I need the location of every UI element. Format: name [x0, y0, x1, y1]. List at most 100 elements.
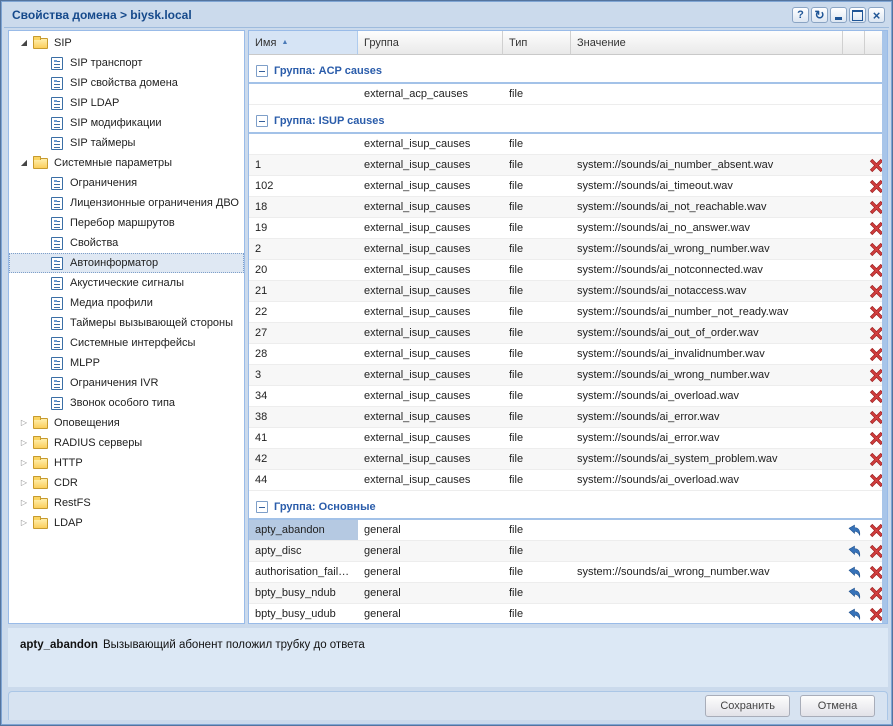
param-type-cell[interactable]: file	[503, 323, 571, 343]
tree-item[interactable]: Системные интерфейсы	[9, 333, 244, 353]
tree-item[interactable]: Звонок особого типа	[9, 393, 244, 413]
table-row[interactable]: authorisation_fail…generalfilesystem://s…	[249, 562, 887, 583]
tree-item[interactable]: SIP таймеры	[9, 133, 244, 153]
table-row[interactable]: 41external_isup_causesfilesystem://sound…	[249, 428, 887, 449]
param-type-cell[interactable]: file	[503, 302, 571, 322]
param-value-cell[interactable]: system://sounds/ai_out_of_order.wav	[571, 323, 843, 343]
param-value-cell[interactable]	[571, 84, 843, 104]
table-row[interactable]: bpty_busy_ndubgeneralfile	[249, 583, 887, 604]
param-type-cell[interactable]: file	[503, 520, 571, 540]
param-type-cell[interactable]: file	[503, 449, 571, 469]
table-row[interactable]: external_acp_causesfile	[249, 84, 887, 105]
param-type-cell[interactable]: file	[503, 134, 571, 154]
table-row[interactable]: 102external_isup_causesfilesystem://soun…	[249, 176, 887, 197]
tree-item[interactable]: Таймеры вызывающей стороны	[9, 313, 244, 333]
group-header[interactable]: Группа: ACP causes	[249, 55, 887, 84]
param-type-cell[interactable]: file	[503, 386, 571, 406]
tree-item[interactable]: SIP транспорт	[9, 53, 244, 73]
group-header[interactable]: Группа: ISUP causes	[249, 105, 887, 134]
tree-item[interactable]: ▷RADIUS серверы	[9, 433, 244, 453]
param-name-cell[interactable]: 22	[249, 302, 358, 322]
param-group-cell[interactable]: external_isup_causes	[358, 176, 503, 196]
table-row[interactable]: 22external_isup_causesfilesystem://sound…	[249, 302, 887, 323]
param-name-cell[interactable]: 27	[249, 323, 358, 343]
tree-item[interactable]: Медиа профили	[9, 293, 244, 313]
param-group-cell[interactable]: general	[358, 541, 503, 561]
tree-item[interactable]: ◢Системные параметры	[9, 153, 244, 173]
param-type-cell[interactable]: file	[503, 260, 571, 280]
param-value-cell[interactable]: system://sounds/ai_timeout.wav	[571, 176, 843, 196]
param-group-cell[interactable]: external_isup_causes	[358, 365, 503, 385]
tree-item[interactable]: Ограничения	[9, 173, 244, 193]
tree-item[interactable]: Автоинформатор	[9, 253, 244, 273]
table-row[interactable]: 28external_isup_causesfilesystem://sound…	[249, 344, 887, 365]
param-type-cell[interactable]: file	[503, 239, 571, 259]
column-header-1[interactable]: Имя▲	[249, 31, 358, 55]
param-group-cell[interactable]: external_isup_causes	[358, 470, 503, 490]
param-value-cell[interactable]	[571, 583, 843, 603]
param-name-cell[interactable]: 20	[249, 260, 358, 280]
param-value-cell[interactable]: system://sounds/ai_notaccess.wav	[571, 281, 843, 301]
param-value-cell[interactable]: system://sounds/ai_wrong_number.wav	[571, 365, 843, 385]
param-name-cell[interactable]: apty_abandon	[249, 520, 358, 540]
param-group-cell[interactable]: general	[358, 520, 503, 540]
undo-icon[interactable]	[847, 523, 862, 538]
param-group-cell[interactable]: external_isup_causes	[358, 155, 503, 175]
param-group-cell[interactable]: general	[358, 562, 503, 582]
expand-arrow-icon[interactable]: ▷	[15, 433, 33, 453]
param-group-cell[interactable]: external_isup_causes	[358, 218, 503, 238]
param-group-cell[interactable]: external_isup_causes	[358, 239, 503, 259]
table-row[interactable]: apty_abandongeneralfile	[249, 520, 887, 541]
table-row[interactable]: 18external_isup_causesfilesystem://sound…	[249, 197, 887, 218]
param-group-cell[interactable]: external_isup_causes	[358, 197, 503, 217]
param-value-cell[interactable]: system://sounds/ai_error.wav	[571, 407, 843, 427]
param-value-cell[interactable]: system://sounds/ai_number_not_ready.wav	[571, 302, 843, 322]
param-type-cell[interactable]: file	[503, 281, 571, 301]
expand-arrow-icon[interactable]: ▷	[15, 513, 33, 533]
table-row[interactable]: 27external_isup_causesfilesystem://sound…	[249, 323, 887, 344]
tree-item[interactable]: SIP свойства домена	[9, 73, 244, 93]
param-type-cell[interactable]: file	[503, 562, 571, 582]
param-name-cell[interactable]: 19	[249, 218, 358, 238]
param-type-cell[interactable]: file	[503, 365, 571, 385]
param-value-cell[interactable]	[571, 604, 843, 624]
table-row[interactable]: 42external_isup_causesfilesystem://sound…	[249, 449, 887, 470]
column-header-4[interactable]: Значение	[571, 31, 843, 55]
param-name-cell[interactable]	[249, 134, 358, 154]
param-value-cell[interactable]: system://sounds/ai_error.wav	[571, 428, 843, 448]
param-value-cell[interactable]	[571, 541, 843, 561]
minimize-button[interactable]	[830, 7, 847, 23]
param-value-cell[interactable]: system://sounds/ai_overload.wav	[571, 386, 843, 406]
param-value-cell[interactable]: system://sounds/ai_wrong_number.wav	[571, 562, 843, 582]
param-type-cell[interactable]: file	[503, 583, 571, 603]
param-group-cell[interactable]: external_isup_causes	[358, 428, 503, 448]
table-row[interactable]: apty_discgeneralfile	[249, 541, 887, 562]
param-type-cell[interactable]: file	[503, 470, 571, 490]
param-group-cell[interactable]: external_isup_causes	[358, 323, 503, 343]
param-group-cell[interactable]: external_isup_causes	[358, 407, 503, 427]
param-value-cell[interactable]: system://sounds/ai_system_problem.wav	[571, 449, 843, 469]
param-type-cell[interactable]: file	[503, 541, 571, 561]
param-group-cell[interactable]: general	[358, 604, 503, 624]
param-name-cell[interactable]: bpty_busy_ndub	[249, 583, 358, 603]
param-name-cell[interactable]: 34	[249, 386, 358, 406]
tree-item[interactable]: Ограничения IVR	[9, 373, 244, 393]
expand-arrow-icon[interactable]: ▷	[15, 413, 33, 433]
group-collapse-icon[interactable]	[256, 65, 268, 77]
group-collapse-icon[interactable]	[256, 501, 268, 513]
param-type-cell[interactable]: file	[503, 604, 571, 624]
table-row[interactable]: 38external_isup_causesfilesystem://sound…	[249, 407, 887, 428]
param-value-cell[interactable]: system://sounds/ai_no_answer.wav	[571, 218, 843, 238]
param-group-cell[interactable]: external_isup_causes	[358, 386, 503, 406]
expand-arrow-icon[interactable]: ▷	[15, 453, 33, 473]
param-group-cell[interactable]: external_isup_causes	[358, 449, 503, 469]
param-value-cell[interactable]: system://sounds/ai_invalidnumber.wav	[571, 344, 843, 364]
param-type-cell[interactable]: file	[503, 344, 571, 364]
param-value-cell[interactable]: system://sounds/ai_number_absent.wav	[571, 155, 843, 175]
param-name-cell[interactable]: 42	[249, 449, 358, 469]
param-type-cell[interactable]: file	[503, 197, 571, 217]
group-header[interactable]: Группа: Основные	[249, 491, 887, 520]
param-name-cell[interactable]: bpty_busy_udub	[249, 604, 358, 624]
collapse-arrow-icon[interactable]: ◢	[15, 153, 33, 173]
param-group-cell[interactable]: external_isup_causes	[358, 281, 503, 301]
